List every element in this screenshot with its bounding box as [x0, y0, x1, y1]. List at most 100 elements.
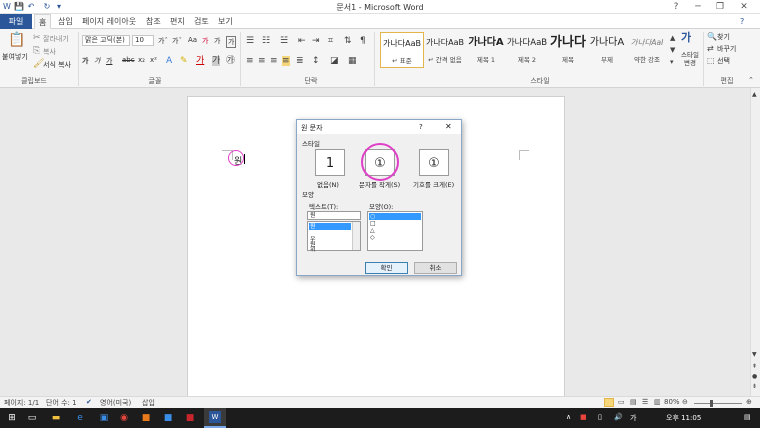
proofing-icon[interactable]: ✔: [86, 398, 92, 406]
start-icon[interactable]: ⊞: [6, 412, 18, 424]
styles-scroll-up-icon[interactable]: ▲: [670, 33, 675, 43]
align-right-icon[interactable]: ≡: [270, 56, 278, 66]
option-enlarge-symbol[interactable]: ①: [419, 149, 449, 176]
phonetic-guide-button[interactable]: 가: [214, 36, 220, 46]
zoom-out-icon[interactable]: ⊖: [682, 398, 688, 406]
italic-button[interactable]: 가: [94, 56, 100, 66]
styles-scroll-down-icon[interactable]: ▼: [670, 45, 675, 55]
char-shading-icon[interactable]: 가: [212, 56, 221, 66]
zoom-slider-thumb[interactable]: [710, 400, 713, 407]
shrink-font-button[interactable]: 가ˇ: [172, 36, 182, 46]
change-styles-button[interactable]: 스타일 변경: [679, 51, 701, 67]
justify-icon[interactable]: ≡: [282, 56, 290, 66]
tab-insert[interactable]: 삽입: [54, 14, 77, 29]
next-page-icon[interactable]: ⇟: [752, 382, 757, 392]
tab-file[interactable]: 파일: [0, 14, 32, 29]
borders-icon[interactable]: ▦: [348, 56, 357, 66]
tab-page-layout[interactable]: 페이지 레이아웃: [78, 14, 140, 29]
underline-button[interactable]: 가: [106, 56, 112, 66]
style-normal[interactable]: 가나다AaB ↵ 표준: [380, 32, 424, 68]
option-none-label[interactable]: 없음(N): [317, 179, 339, 189]
show-marks-icon[interactable]: ¶: [360, 36, 366, 46]
previous-page-icon[interactable]: ⇞: [752, 362, 757, 372]
styles-more-icon[interactable]: ▾: [670, 57, 674, 67]
scroll-down-icon[interactable]: ▼: [752, 350, 757, 360]
chrome-icon[interactable]: ◉: [118, 412, 130, 424]
tab-view[interactable]: 보기: [214, 14, 237, 29]
dialog-help-button[interactable]: ?: [419, 123, 423, 131]
option-none[interactable]: 1: [315, 149, 345, 176]
sort-icon[interactable]: ⇅: [344, 36, 352, 46]
decrease-indent-icon[interactable]: ⇤: [298, 36, 306, 46]
align-center-icon[interactable]: ≡: [258, 56, 266, 66]
tab-references[interactable]: 참조: [142, 14, 165, 29]
dialog-close-button[interactable]: ✕: [445, 122, 452, 131]
font-name-box[interactable]: 맑은 고딕(본): [82, 35, 130, 46]
font-color-icon[interactable]: 가: [196, 56, 204, 66]
full-screen-icon[interactable]: ▭: [618, 398, 625, 406]
web-layout-icon[interactable]: ▤: [630, 398, 637, 406]
tab-mailings[interactable]: 편지: [166, 14, 189, 29]
close-button[interactable]: ✕: [732, 0, 756, 14]
asian-layout-icon[interactable]: ⌗: [328, 36, 333, 46]
tab-home[interactable]: 홈: [34, 14, 52, 29]
list-item[interactable]: △: [369, 227, 421, 234]
paste-button[interactable]: 붙여넣기: [2, 52, 28, 62]
highlight-icon[interactable]: ✎: [180, 56, 188, 66]
multilevel-list-icon[interactable]: ☱: [280, 36, 288, 46]
superscript-button[interactable]: x²: [150, 56, 157, 64]
outline-icon[interactable]: ☰: [642, 398, 648, 406]
distributed-icon[interactable]: ≣: [296, 56, 304, 66]
vertical-scrollbar[interactable]: ▲ ▼ ⇞ ● ⇟: [750, 88, 760, 396]
option-enlarge-symbol-label[interactable]: 기호를 크게(E): [413, 179, 454, 189]
change-styles-icon[interactable]: 가: [681, 32, 691, 43]
cut-button[interactable]: 잘라내기: [43, 34, 69, 44]
enclose-characters-icon[interactable]: ㉮: [226, 56, 235, 66]
text-list[interactable]: 원 우 원 위: [307, 221, 361, 253]
app-icon-orange[interactable]: ■: [140, 412, 152, 424]
format-painter-button[interactable]: 서식 복사: [43, 60, 71, 70]
list-item[interactable]: 위: [309, 246, 351, 253]
option-shrink-text-label[interactable]: 문자를 작게(S): [359, 179, 400, 189]
subscript-button[interactable]: x₂: [138, 56, 145, 64]
list-scrollbar[interactable]: [352, 222, 360, 250]
zoom-slider[interactable]: [694, 403, 742, 404]
change-case-button[interactable]: Aa: [188, 36, 197, 44]
replace-button[interactable]: 바꾸기: [717, 44, 736, 54]
paste-icon[interactable]: 📋: [8, 32, 25, 48]
select-button[interactable]: 선택: [717, 56, 730, 66]
collapse-ribbon-icon[interactable]: ⌃: [748, 75, 754, 85]
task-view-icon[interactable]: ▭: [26, 412, 38, 424]
ok-button[interactable]: 확인: [365, 262, 408, 274]
app-icon-red[interactable]: ■: [184, 412, 196, 424]
list-item[interactable]: □: [369, 220, 421, 227]
tray-app-icon[interactable]: ■: [580, 413, 587, 421]
word-count[interactable]: 단어 수: 1: [46, 398, 77, 408]
language[interactable]: 영어(미국): [100, 398, 131, 408]
tray-chevron-icon[interactable]: ∧: [566, 413, 571, 421]
list-item[interactable]: 원: [309, 223, 351, 230]
volume-icon[interactable]: 🔊: [614, 413, 623, 421]
app-icon-blue[interactable]: ■: [162, 412, 174, 424]
text-input[interactable]: 원: [307, 211, 361, 220]
print-layout-icon[interactable]: [604, 398, 614, 407]
tab-review[interactable]: 검토: [190, 14, 213, 29]
line-spacing-icon[interactable]: ↕: [312, 56, 320, 66]
strikethrough-button[interactable]: abc: [122, 56, 135, 64]
zoom-level[interactable]: 80%: [664, 398, 680, 406]
increase-indent-icon[interactable]: ⇥: [312, 36, 320, 46]
network-icon[interactable]: ▯: [598, 413, 602, 421]
help-icon[interactable]: ?: [736, 14, 748, 29]
insert-mode[interactable]: 삽입: [142, 398, 155, 408]
page-count[interactable]: 페이지: 1/1: [4, 398, 39, 408]
align-left-icon[interactable]: ≡: [246, 56, 254, 66]
dialog-title-bar[interactable]: 원 문자 ? ✕: [297, 120, 461, 134]
clear-format-button[interactable]: 가: [202, 36, 208, 46]
font-size-box[interactable]: 10: [132, 35, 154, 46]
draft-icon[interactable]: ▥: [654, 398, 661, 406]
shading-icon[interactable]: ◪: [330, 56, 339, 66]
edge-icon[interactable]: e: [74, 412, 86, 424]
clock[interactable]: 오후 11:05: [666, 413, 701, 423]
minimize-button[interactable]: ─: [686, 0, 710, 14]
style-no-spacing[interactable]: 가나다AaB ↵ 간격 없음: [424, 32, 466, 68]
